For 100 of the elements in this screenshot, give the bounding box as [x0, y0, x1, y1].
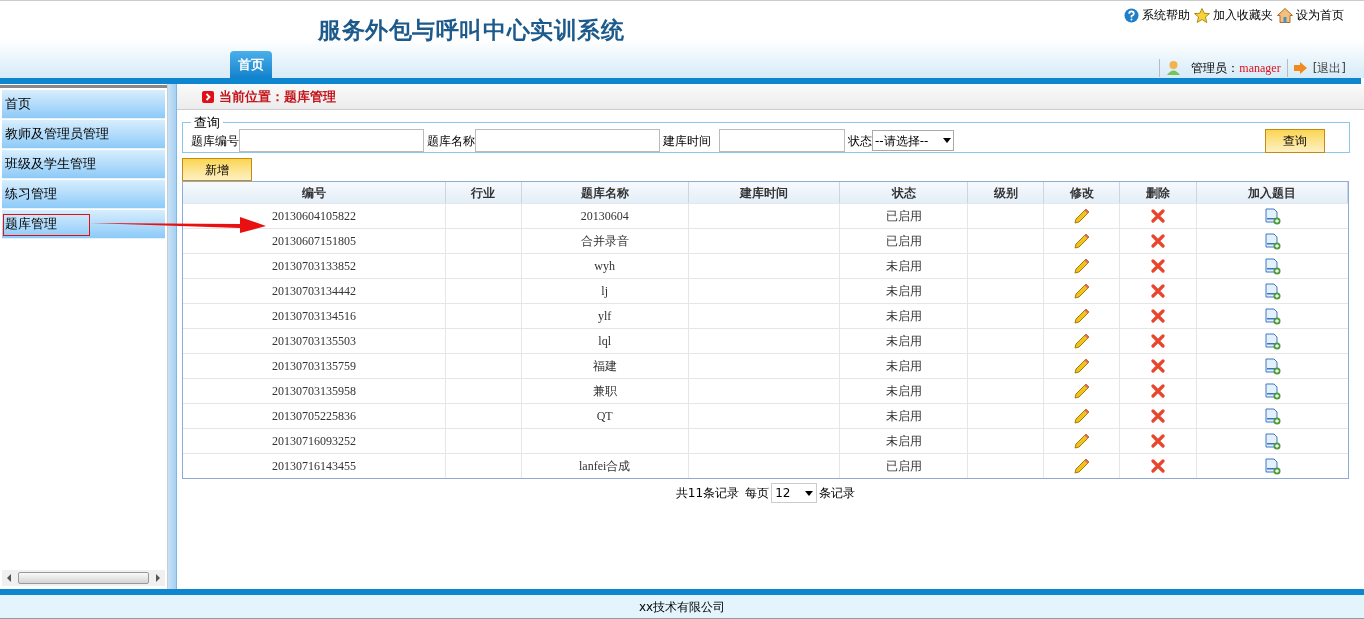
delete-icon[interactable] [1151, 259, 1166, 273]
pencil-icon[interactable] [1073, 308, 1090, 324]
add-button[interactable]: 新增 [182, 158, 252, 181]
field-label: 题库编号 [191, 132, 239, 150]
table-cell: 未启用 [840, 404, 969, 428]
text-field[interactable] [475, 129, 660, 152]
table-cell: 20130716143455 [183, 454, 446, 478]
table-cell: 未启用 [840, 329, 969, 353]
pencil-icon[interactable] [1073, 258, 1090, 274]
delete-icon[interactable] [1151, 384, 1166, 398]
pencil-icon[interactable] [1073, 333, 1090, 349]
sidebar-item[interactable]: 教师及管理员管理 [2, 120, 165, 149]
table-cell: 未启用 [840, 304, 969, 328]
per-page-label: 每页 [745, 485, 770, 502]
footer-text: xx技术有限公司 [638, 598, 726, 616]
arrow-right-icon [1293, 62, 1307, 74]
logout-link[interactable]: [退出] [1312, 59, 1346, 77]
table-cell: 已启用 [840, 229, 969, 253]
column-header: 状态 [840, 182, 969, 203]
table-cell: lanfei合成 [521, 454, 689, 478]
pencil-icon[interactable] [1073, 233, 1090, 249]
table-cell: 已启用 [840, 204, 969, 228]
system-title: 服务外包与呼叫中心实训系统 [318, 17, 625, 43]
table-cell: 未启用 [840, 379, 969, 403]
dropdown-caret-icon [943, 138, 951, 143]
document-add-icon[interactable] [1264, 207, 1281, 225]
document-add-icon[interactable] [1264, 232, 1281, 250]
pencil-icon[interactable] [1073, 383, 1090, 399]
table-cell: 未启用 [840, 429, 969, 453]
table-cell: 20130703134442 [183, 279, 446, 303]
column-header: 建库时间 [688, 182, 841, 203]
document-add-icon[interactable] [1264, 382, 1281, 400]
chevron-icon [202, 90, 214, 103]
pencil-icon[interactable] [1073, 433, 1090, 449]
horizontal-scrollbar[interactable] [2, 570, 165, 586]
column-header: 行业 [445, 182, 522, 203]
delete-icon[interactable] [1151, 409, 1166, 423]
table-cell: 福建 [521, 354, 689, 378]
user-label: 管理员： [1191, 60, 1240, 77]
pencil-icon[interactable] [1073, 208, 1090, 224]
table-cell: ylf [521, 304, 689, 328]
document-add-icon[interactable] [1264, 357, 1281, 375]
status-select[interactable]: --请选择-- [872, 130, 954, 151]
table-cell: lql [521, 329, 689, 353]
table-cell: QT [521, 404, 689, 428]
column-header: 题库名称 [521, 182, 689, 203]
column-header: 级别 [968, 182, 1045, 203]
help-icon [1124, 7, 1139, 23]
document-add-icon[interactable] [1264, 332, 1281, 350]
table-cell: 20130703135759 [183, 354, 446, 378]
document-add-icon[interactable] [1264, 457, 1281, 475]
document-add-icon[interactable] [1264, 307, 1281, 325]
field-label: 建库时间 [663, 132, 711, 150]
delete-icon[interactable] [1151, 284, 1166, 298]
table-cell: 20130604 [521, 204, 689, 228]
sidebar-item[interactable]: 题库管理 [2, 210, 165, 239]
column-header: 加入题目 [1197, 182, 1349, 203]
header-link[interactable]: 系统帮助 [1142, 6, 1190, 24]
header-link[interactable]: 加入收藏夹 [1213, 6, 1273, 24]
field-label: 题库名称 [427, 132, 475, 150]
sidebar-item[interactable]: 练习管理 [2, 180, 165, 209]
header-link[interactable]: 设为首页 [1296, 6, 1344, 24]
per-page-select[interactable]: 12 [771, 483, 818, 503]
table-cell: 未启用 [840, 354, 969, 378]
delete-icon[interactable] [1151, 309, 1166, 323]
table-cell: 未启用 [840, 279, 969, 303]
text-field[interactable] [719, 129, 845, 152]
table-cell: 20130703135503 [183, 329, 446, 353]
document-add-icon[interactable] [1264, 257, 1281, 275]
sidebar-item[interactable]: 班级及学生管理 [2, 150, 165, 179]
table-cell: 已启用 [840, 454, 969, 478]
delete-icon[interactable] [1151, 334, 1166, 348]
delete-icon[interactable] [1151, 434, 1166, 448]
house-icon [1277, 7, 1293, 23]
document-add-icon[interactable] [1264, 407, 1281, 425]
pencil-icon[interactable] [1073, 358, 1090, 374]
record-count: 共11条记录 [675, 485, 740, 502]
column-header: 修改 [1044, 182, 1121, 203]
query-legend: 查询 [191, 113, 223, 133]
pencil-icon[interactable] [1073, 283, 1090, 299]
document-add-icon[interactable] [1264, 432, 1281, 450]
user-name: manager [1239, 60, 1281, 77]
dropdown-caret-icon [805, 490, 814, 496]
per-page-suffix: 条记录 [819, 485, 856, 502]
delete-icon[interactable] [1151, 209, 1166, 223]
pencil-icon[interactable] [1073, 408, 1090, 424]
table-cell: 20130703134516 [183, 304, 446, 328]
delete-icon[interactable] [1151, 234, 1166, 248]
breadcrumb: 当前位置：题库管理 [219, 87, 336, 106]
pencil-icon[interactable] [1073, 458, 1090, 474]
delete-icon[interactable] [1151, 359, 1166, 373]
sidebar-item[interactable]: 首页 [2, 90, 165, 119]
field-label: 状态 [848, 132, 872, 150]
table-cell: wyh [521, 254, 689, 278]
query-button[interactable]: 查询 [1265, 128, 1325, 153]
text-field[interactable] [239, 129, 424, 152]
delete-icon[interactable] [1151, 459, 1166, 473]
table-cell: 合并录音 [521, 229, 689, 253]
user-icon [1166, 60, 1182, 76]
document-add-icon[interactable] [1264, 282, 1281, 300]
